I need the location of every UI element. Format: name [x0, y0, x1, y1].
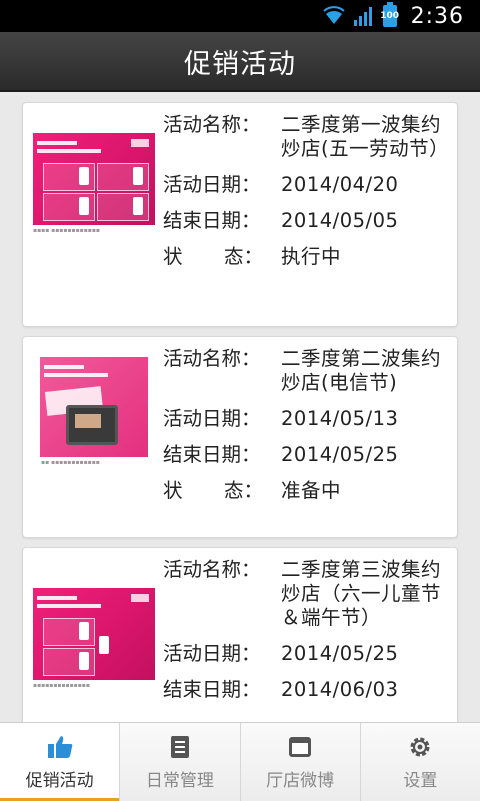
end-date-label: 结束日期：	[163, 678, 261, 701]
activity-date-label: 活动日期：	[163, 642, 261, 665]
status-label-part: 状	[163, 245, 183, 268]
end-date-value: 2014/06/03	[281, 678, 399, 701]
battery-icon: 100	[380, 2, 399, 27]
poster	[33, 133, 155, 225]
activity-date-label: 活动日期：	[163, 173, 261, 196]
end-date-row: 结束日期： 2014/05/25	[163, 443, 453, 467]
status-label-part: 态：	[223, 479, 263, 502]
poster	[40, 357, 148, 457]
status-label-part: 状	[163, 479, 183, 502]
activity-name-label: 活动名称：	[163, 113, 261, 136]
tab-label: 日常管理	[145, 770, 214, 791]
end-date-row: 结束日期： 2014/06/03	[163, 678, 453, 702]
activity-name-label: 活动名称：	[163, 347, 261, 370]
activity-name-label: 活动名称：	[163, 558, 261, 581]
signal-icon	[353, 7, 372, 26]
promotion-card[interactable]: ▪▪▪▪▪▪▪▪▪▪▪▪▪▪ 活动名称： 二季度第三波集约炒店（六一儿童节＆端午…	[22, 547, 458, 722]
activity-date-row: 活动日期： 2014/04/20	[163, 173, 453, 197]
status-bar: 100 2:36	[0, 0, 480, 32]
promotion-poster-image: ▪▪▪▪ ▪▪▪▪▪▪▪▪▪▪▪▪	[33, 133, 155, 234]
status-label: 状 态：	[163, 245, 263, 269]
activity-name-value: 二季度第三波集约炒店（六一儿童节＆端午节）	[281, 558, 442, 629]
document-list-icon	[170, 735, 189, 758]
end-date-value: 2014/05/25	[281, 443, 399, 466]
gear-icon	[410, 737, 430, 756]
promotion-poster-image: ▪▪▪▪▪▪▪▪▪▪▪▪▪▪	[33, 588, 155, 689]
battery-level: 100	[380, 11, 399, 21]
tab-label: 厅店微博	[266, 770, 335, 791]
poster-caption: ▪▪▪▪▪▪▪▪▪▪▪▪▪▪	[33, 682, 90, 689]
status-value: 准备中	[281, 479, 342, 502]
activity-date-row: 活动日期： 2014/05/13	[163, 407, 453, 431]
status-value: 执行中	[281, 245, 342, 268]
page-title: 促销活动	[184, 48, 296, 80]
promotion-poster-image: ▪▪ ▪▪▪▪▪▪▪▪▪▪▪▪	[33, 357, 155, 466]
tab-settings[interactable]: 设置	[361, 723, 480, 801]
promotion-card[interactable]: ▪▪ ▪▪▪▪▪▪▪▪▪▪▪▪ 活动名称： 二季度第二波集约炒店(电信节) 活动…	[22, 336, 458, 538]
status-time: 2:36	[410, 3, 464, 29]
status-row: 状 态： 准备中	[163, 479, 453, 503]
tab-label: 促销活动	[25, 770, 94, 791]
end-date-label: 结束日期：	[163, 209, 261, 232]
wifi-icon	[322, 6, 345, 24]
end-date-label: 结束日期：	[163, 443, 261, 466]
activity-name-row: 活动名称： 二季度第一波集约炒店(五一劳动节）	[163, 113, 453, 161]
window-icon	[289, 736, 312, 757]
activity-date-value: 2014/04/20	[281, 173, 399, 196]
end-date-value: 2014/05/05	[281, 209, 399, 232]
status-label-part: 态：	[223, 245, 263, 268]
tab-promotions[interactable]: 促销活动	[0, 723, 121, 801]
status-label: 状 态：	[163, 479, 263, 503]
activity-name-row: 活动名称： 二季度第二波集约炒店(电信节)	[163, 347, 453, 395]
activity-name-value: 二季度第一波集约炒店(五一劳动节）	[281, 113, 450, 160]
activity-date-value: 2014/05/13	[281, 407, 399, 430]
thumbs-up-icon	[47, 735, 72, 758]
tab-daily-management[interactable]: 日常管理	[120, 723, 241, 801]
activity-name-value: 二季度第二波集约炒店(电信节)	[281, 347, 442, 394]
poster-caption: ▪▪▪▪ ▪▪▪▪▪▪▪▪▪▪▪▪	[33, 227, 100, 234]
end-date-row: 结束日期： 2014/05/05	[163, 209, 453, 233]
activity-name-row: 活动名称： 二季度第三波集约炒店（六一儿童节＆端午节）	[163, 558, 453, 630]
activity-date-row: 活动日期： 2014/05/25	[163, 642, 453, 666]
poster	[33, 588, 155, 680]
activity-date-value: 2014/05/25	[281, 642, 399, 665]
promotion-card[interactable]: ▪▪▪▪ ▪▪▪▪▪▪▪▪▪▪▪▪ 活动名称： 二季度第一波集约炒店(五一劳动节…	[22, 102, 458, 327]
bottom-nav: 促销活动 日常管理 厅店微博 设置	[0, 722, 480, 801]
tab-store-weibo[interactable]: 厅店微博	[241, 723, 361, 801]
tab-label: 设置	[403, 770, 438, 791]
title-bar: 促销活动	[0, 32, 480, 92]
status-row: 状 态： 执行中	[163, 245, 453, 269]
poster-caption: ▪▪ ▪▪▪▪▪▪▪▪▪▪▪▪	[41, 459, 100, 466]
activity-date-label: 活动日期：	[163, 407, 261, 430]
promotion-list[interactable]: ▪▪▪▪ ▪▪▪▪▪▪▪▪▪▪▪▪ 活动名称： 二季度第一波集约炒店(五一劳动节…	[0, 92, 480, 722]
